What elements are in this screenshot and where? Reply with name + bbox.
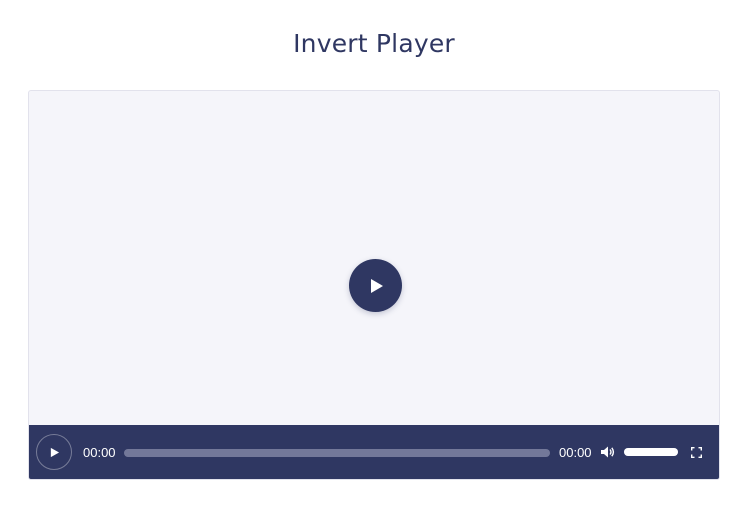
fullscreen-button[interactable]	[689, 445, 703, 459]
progress-bar[interactable]	[124, 449, 550, 457]
volume-fill	[624, 448, 678, 456]
play-icon	[370, 278, 383, 293]
volume-slider[interactable]	[624, 448, 678, 456]
volume-icon	[601, 446, 615, 458]
play-icon	[50, 447, 59, 457]
video-stage[interactable]	[29, 91, 719, 425]
current-time: 00:00	[83, 445, 116, 460]
controls-bar: 00:00 00:00	[29, 425, 719, 479]
page: Invert Player 00:00 00:00	[0, 0, 748, 506]
duration-time: 00:00	[559, 445, 592, 460]
video-player: 00:00 00:00	[28, 90, 720, 480]
big-play-button[interactable]	[349, 259, 402, 312]
fullscreen-icon	[690, 446, 702, 458]
mute-button[interactable]	[601, 444, 615, 460]
page-title: Invert Player	[293, 29, 455, 58]
play-button[interactable]	[36, 434, 72, 470]
